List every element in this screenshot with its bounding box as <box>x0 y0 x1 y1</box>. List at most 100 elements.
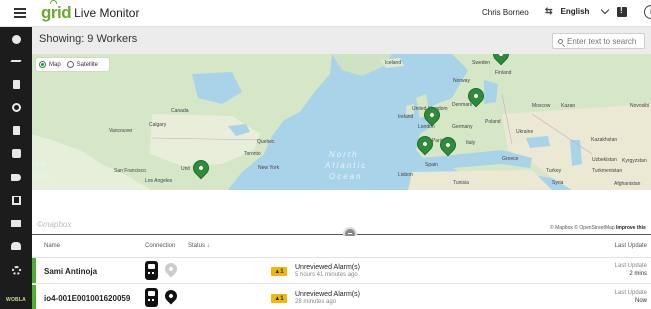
map-label-united-states: Unit <box>181 166 190 172</box>
left-nav-rail: WOBLA <box>0 27 32 309</box>
mapbox-logo-text: mapbox <box>42 220 72 229</box>
search-placeholder: Enter text to search <box>567 36 637 46</box>
map-label-canada: Canada <box>171 108 189 114</box>
device-icon <box>145 261 158 280</box>
map-label-lisbon: Lisbon <box>398 172 413 178</box>
tag-icon <box>11 173 21 181</box>
nav-report[interactable] <box>0 74 32 94</box>
top-bar: grid Live Monitor Chris Borneo ⇆ English… <box>0 0 651 27</box>
map-label-greece: Greece <box>502 156 519 162</box>
nav-documents[interactable] <box>0 120 32 140</box>
last-update-value: 2 mins <box>629 271 647 277</box>
map-option[interactable]: Map <box>39 61 61 68</box>
pacific-label-line-1: rth <box>32 160 48 169</box>
radio-selected-icon <box>39 61 46 68</box>
nav-config[interactable] <box>0 260 32 280</box>
people-icon <box>11 242 21 250</box>
column-header-connection[interactable]: Connection <box>145 243 175 249</box>
device-icon <box>145 288 158 307</box>
mail-icon <box>11 219 21 227</box>
nav-devices[interactable] <box>0 143 32 163</box>
workers-table-header: Name Connection Status ↓ Last Update <box>32 236 651 258</box>
map-label-turkey: Turkey <box>546 168 562 174</box>
app-logo: grid Live Monitor <box>41 0 140 23</box>
map-label-denmark: Denmark <box>452 102 473 108</box>
ocean-label-line-3: Ocean <box>329 172 363 181</box>
nav-messages[interactable] <box>0 213 32 233</box>
map-label-kazan: Kazan <box>561 103 576 109</box>
nav-settings[interactable] <box>0 97 32 117</box>
ocean-label-line-1: North <box>329 150 359 159</box>
workers-header: Showing: 9 Workers Enter text to search <box>32 27 651 54</box>
activity-icon <box>10 60 22 62</box>
map-label-poland: Poland <box>485 119 501 125</box>
app-title: Live Monitor <box>74 6 140 20</box>
search-icon <box>558 38 563 44</box>
attribution-text: © Mapbox © OpenStreetMap <box>550 225 615 231</box>
map-view[interactable]: Map Satellite Iceland Sweden Norway Finl… <box>32 54 651 190</box>
dashboard-icon <box>11 34 21 44</box>
map-option-label: Map <box>49 61 61 68</box>
nav-activity[interactable] <box>0 51 32 71</box>
map-label-syria: Syria <box>552 180 564 186</box>
search-input[interactable]: Enter text to search <box>552 33 645 49</box>
alarm-badge: ▲1 <box>271 294 287 303</box>
map-label-sweden: Sweden <box>472 60 491 66</box>
workers-count-title: Showing: 9 Workers <box>39 33 138 45</box>
app-window: grid Live Monitor Chris Borneo ⇆ English… <box>0 0 651 309</box>
info-icon[interactable]: i <box>644 5 651 19</box>
map-label-los-angeles: Los Angeles <box>145 178 173 184</box>
brand-mark: grid <box>41 0 72 22</box>
map-label-tunisia: Tunisia <box>453 180 469 186</box>
nav-library[interactable] <box>0 190 32 210</box>
map-label-vancouver: Vancouver <box>109 128 133 134</box>
worker-name: io4-001E001001620059 <box>44 294 131 303</box>
satellite-option[interactable]: Satellite <box>66 61 99 68</box>
documents-icon <box>12 125 20 135</box>
map-label-iceland: Iceland <box>385 60 402 66</box>
menu-icon[interactable] <box>14 8 26 18</box>
alarm-badge: ▲1 <box>271 267 287 276</box>
nav-dashboard[interactable] <box>0 29 32 49</box>
map-label-ireland: Ireland <box>398 114 414 120</box>
map-footer: ©mapbox © Mapbox © OpenStreetMap Improve… <box>32 190 651 241</box>
map-label-san-francisco: San Francisco <box>114 168 146 174</box>
column-header-status[interactable]: Status ↓ <box>188 243 210 249</box>
feedback-icon[interactable] <box>617 6 627 17</box>
worker-name: Sami Antinoja <box>44 267 98 276</box>
last-update-label: Last Update <box>614 263 647 269</box>
nav-tags[interactable] <box>0 167 32 187</box>
map-label-ukraine: Ukraine <box>516 129 534 135</box>
language-select[interactable]: ⇆ English <box>545 5 610 17</box>
map-label-uzbekistan: Uzbekistan <box>592 157 617 163</box>
map-label-finland: Finland <box>495 70 512 76</box>
nav-people[interactable] <box>0 236 32 256</box>
column-header-name[interactable]: Name <box>44 243 60 249</box>
settings-icon <box>11 102 21 112</box>
map-label-toronto: Toronto <box>244 151 261 157</box>
map-label-novosibirsk: Novosibi <box>630 103 650 109</box>
gear-icon <box>11 265 21 275</box>
table-row[interactable]: io4-001E001001620059 ▲1 Unreviewed Alarm… <box>32 285 651 309</box>
satellite-option-label: Satellite <box>76 61 99 68</box>
map-label-germany: Germany <box>452 124 473 130</box>
translate-icon: ⇆ <box>545 6 553 16</box>
ocean-label-line-2: Atlantic <box>325 161 368 170</box>
language-label: English <box>560 7 590 16</box>
map-attribution: © Mapbox © OpenStreetMap Improve this <box>550 225 646 231</box>
map-label-afghanistan: Afghanistan <box>614 181 641 187</box>
map-label-spain: Spain <box>425 162 438 168</box>
improve-map-link[interactable]: Improve this <box>616 225 646 231</box>
book-icon <box>11 195 21 205</box>
alarm-age: 5 hours 41 minutes ago <box>295 272 358 278</box>
map-label-italy: Italy <box>466 140 476 146</box>
column-header-last-update[interactable]: Last Update <box>615 243 647 249</box>
mapbox-logo[interactable]: ©mapbox <box>37 220 71 229</box>
alarm-age: 28 minutes ago <box>295 299 337 305</box>
pacific-label-line-2: cific <box>32 172 56 181</box>
panel-splitter[interactable] <box>32 234 651 235</box>
user-name[interactable]: Chris Borneo <box>482 8 529 17</box>
map-label-norway: Norway <box>453 78 470 84</box>
table-row[interactable]: Sami Antinoja ▲1 Unreviewed Alarm(s) 5 h… <box>32 258 651 284</box>
map-label-quebec: Quebec <box>257 139 275 145</box>
